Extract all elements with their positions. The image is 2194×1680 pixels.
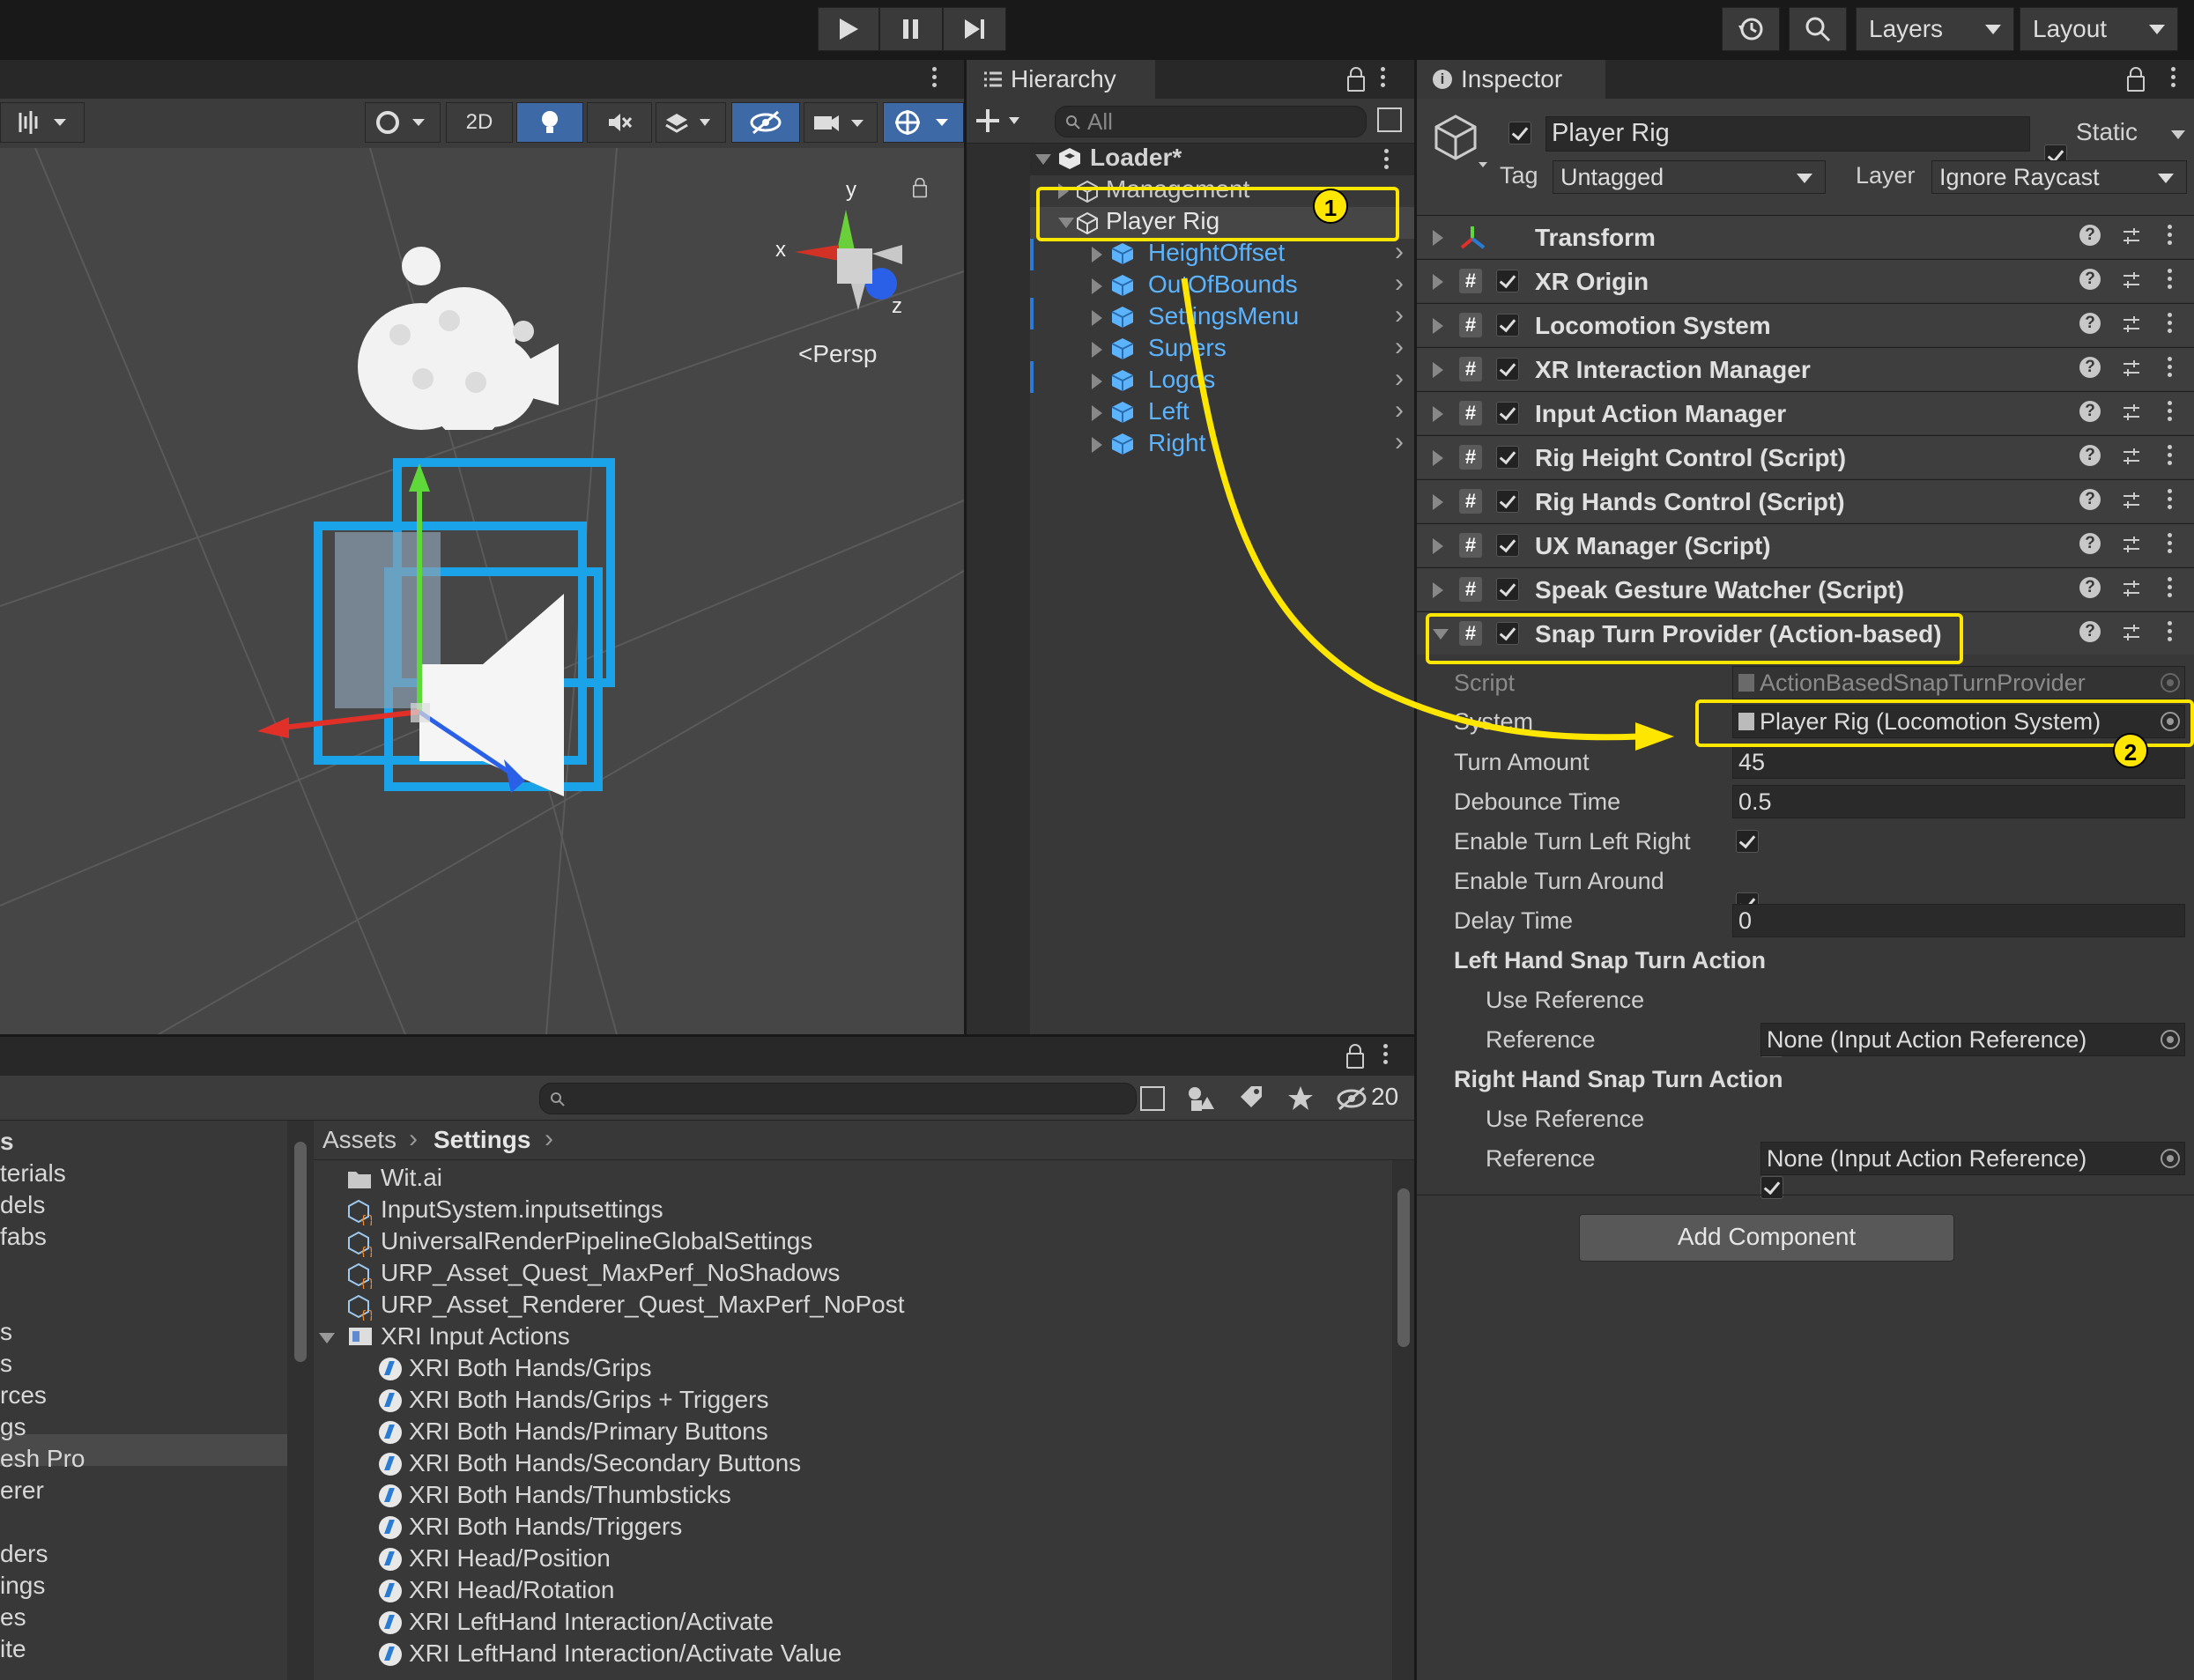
annotation-arrow: [1181, 278, 1674, 751]
